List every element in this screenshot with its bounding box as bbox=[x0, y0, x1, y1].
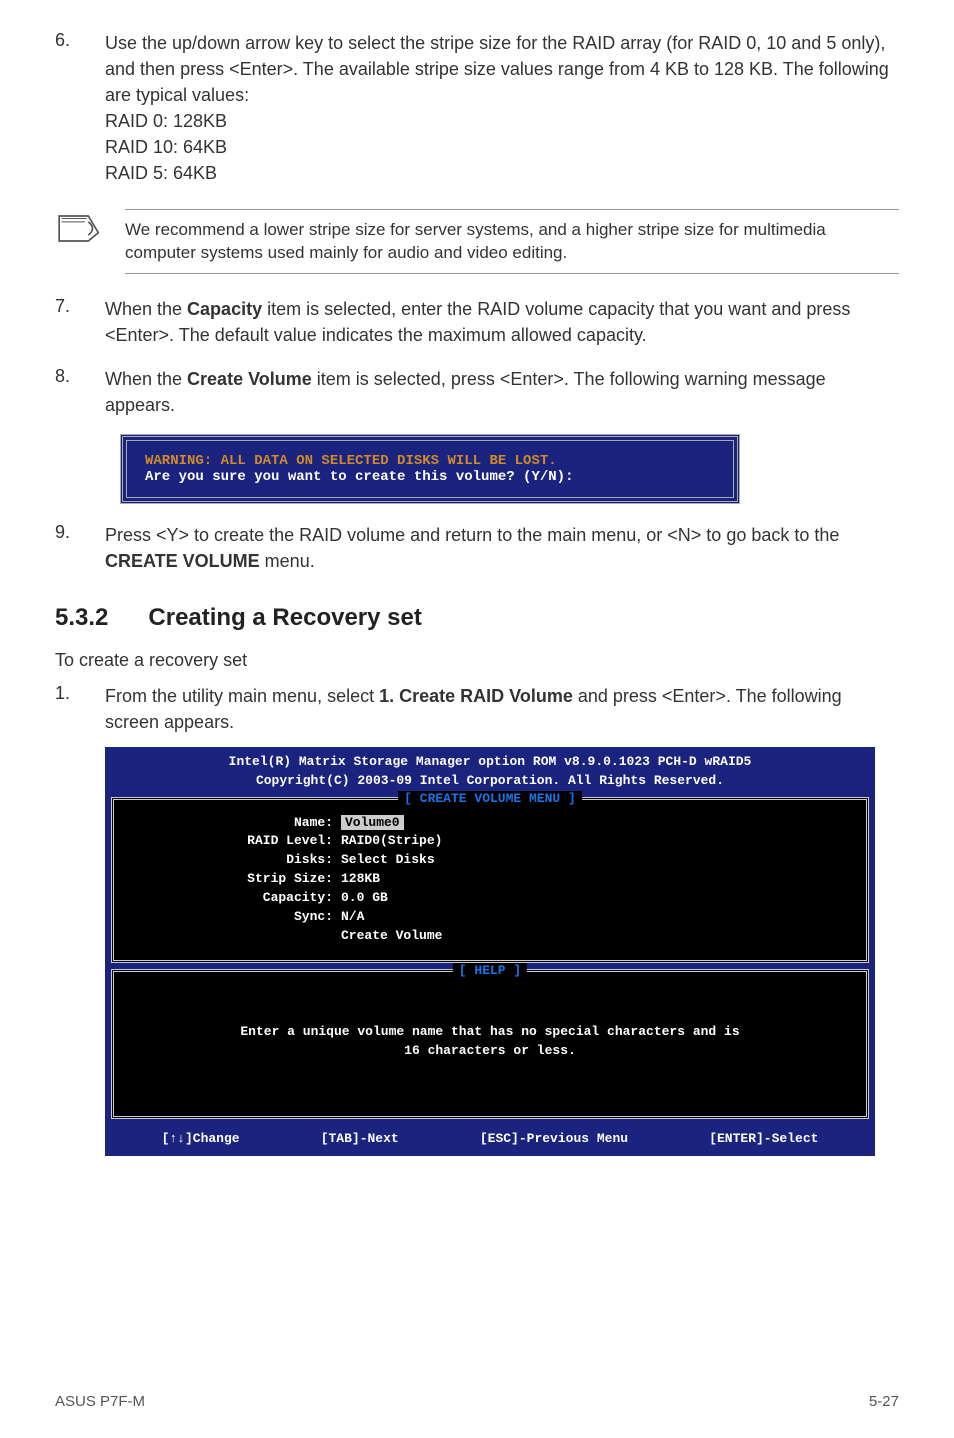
text: Press <Y> to create the RAID volume and … bbox=[105, 525, 839, 545]
key-select: [ENTER]-Select bbox=[709, 1131, 818, 1146]
bios-title-line1: Intel(R) Matrix Storage Manager option R… bbox=[111, 753, 869, 772]
panel-title: [ HELP ] bbox=[453, 963, 527, 978]
step6-text: Use the up/down arrow key to select the … bbox=[105, 33, 889, 105]
footer-right: 5-27 bbox=[869, 1393, 899, 1410]
bold-term: 1. Create RAID Volume bbox=[379, 686, 573, 706]
help-line1: Enter a unique volume name that has no s… bbox=[134, 1022, 846, 1042]
step-number: 1. bbox=[55, 683, 105, 735]
bios-screenshot: Intel(R) Matrix Storage Manager option R… bbox=[105, 747, 875, 1156]
step-text: Press <Y> to create the RAID volume and … bbox=[105, 522, 899, 574]
spacer bbox=[136, 927, 341, 946]
warning-line1: WARNING: ALL DATA ON SELECTED DISKS WILL… bbox=[145, 453, 715, 469]
help-panel: [ HELP ] Enter a unique volume name that… bbox=[111, 969, 869, 1119]
sync-value: N/A bbox=[341, 908, 844, 927]
section-number: 5.3.2 bbox=[55, 604, 108, 632]
name-label: Name: bbox=[136, 814, 341, 833]
capacity-label: Capacity: bbox=[136, 889, 341, 908]
note-text: We recommend a lower stripe size for ser… bbox=[125, 209, 899, 275]
step-8: 8. When the Create Volume item is select… bbox=[55, 366, 899, 418]
step-text: From the utility main menu, select 1. Cr… bbox=[105, 683, 899, 735]
note-callout: We recommend a lower stripe size for ser… bbox=[55, 209, 899, 275]
intro-text: To create a recovery set bbox=[55, 650, 899, 671]
strip-size-label: Strip Size: bbox=[136, 870, 341, 889]
bios-title-line2: Copyright(C) 2003-09 Intel Corporation. … bbox=[111, 772, 869, 791]
step-1: 1. From the utility main menu, select 1.… bbox=[55, 683, 899, 735]
step6-line3: RAID 5: 64KB bbox=[105, 160, 899, 186]
step-number: 6. bbox=[55, 30, 105, 187]
disks-value[interactable]: Select Disks bbox=[341, 851, 844, 870]
step-number: 8. bbox=[55, 366, 105, 418]
help-line2: 16 characters or less. bbox=[134, 1041, 846, 1061]
help-text: Enter a unique volume name that has no s… bbox=[114, 972, 866, 1116]
key-next: [TAB]-Next bbox=[321, 1131, 399, 1146]
key-hints: [↑↓]Change [TAB]-Next [ESC]-Previous Men… bbox=[111, 1125, 869, 1146]
text: From the utility main menu, select bbox=[105, 686, 379, 706]
key-change: [↑↓]Change bbox=[162, 1131, 240, 1146]
warning-dialog: WARNING: ALL DATA ON SELECTED DISKS WILL… bbox=[120, 434, 740, 504]
note-icon bbox=[55, 209, 125, 251]
step-text: When the Capacity item is selected, ente… bbox=[105, 296, 899, 348]
step6-line2: RAID 10: 64KB bbox=[105, 134, 899, 160]
capacity-value[interactable]: 0.0 GB bbox=[341, 889, 844, 908]
warning-line2: Are you sure you want to create this vol… bbox=[145, 469, 715, 485]
step-text: Use the up/down arrow key to select the … bbox=[105, 30, 899, 187]
raid-level-label: RAID Level: bbox=[136, 832, 341, 851]
bold-term: Capacity bbox=[187, 299, 262, 319]
page-footer: ASUS P7F-M 5-27 bbox=[55, 1393, 899, 1410]
step-7: 7. When the Capacity item is selected, e… bbox=[55, 296, 899, 348]
step-number: 7. bbox=[55, 296, 105, 348]
step-number: 9. bbox=[55, 522, 105, 574]
disks-label: Disks: bbox=[136, 851, 341, 870]
bold-term: Create Volume bbox=[187, 369, 312, 389]
step-9: 9. Press <Y> to create the RAID volume a… bbox=[55, 522, 899, 574]
footer-left: ASUS P7F-M bbox=[55, 1393, 145, 1410]
section-title: Creating a Recovery set bbox=[148, 604, 421, 632]
create-volume-action[interactable]: Create Volume bbox=[341, 927, 844, 946]
step-6: 6. Use the up/down arrow key to select t… bbox=[55, 30, 899, 187]
name-input[interactable]: Volume0 bbox=[341, 815, 404, 830]
text: menu. bbox=[260, 551, 315, 571]
create-volume-form: Name: Volume0 RAID Level: RAID0(Stripe) … bbox=[114, 800, 866, 960]
strip-size-value[interactable]: 128KB bbox=[341, 870, 844, 889]
bold-term: CREATE VOLUME bbox=[105, 551, 260, 571]
text: When the bbox=[105, 369, 187, 389]
create-volume-panel: [ CREATE VOLUME MENU ] Name: Volume0 RAI… bbox=[111, 797, 869, 963]
raid-level-value[interactable]: RAID0(Stripe) bbox=[341, 832, 844, 851]
sync-label: Sync: bbox=[136, 908, 341, 927]
text: When the bbox=[105, 299, 187, 319]
step-text: When the Create Volume item is selected,… bbox=[105, 366, 899, 418]
panel-title: [ CREATE VOLUME MENU ] bbox=[398, 791, 582, 806]
section-heading: 5.3.2 Creating a Recovery set bbox=[55, 604, 899, 632]
warning-inner: WARNING: ALL DATA ON SELECTED DISKS WILL… bbox=[126, 440, 734, 498]
step6-line1: RAID 0: 128KB bbox=[105, 108, 899, 134]
key-previous: [ESC]-Previous Menu bbox=[480, 1131, 628, 1146]
